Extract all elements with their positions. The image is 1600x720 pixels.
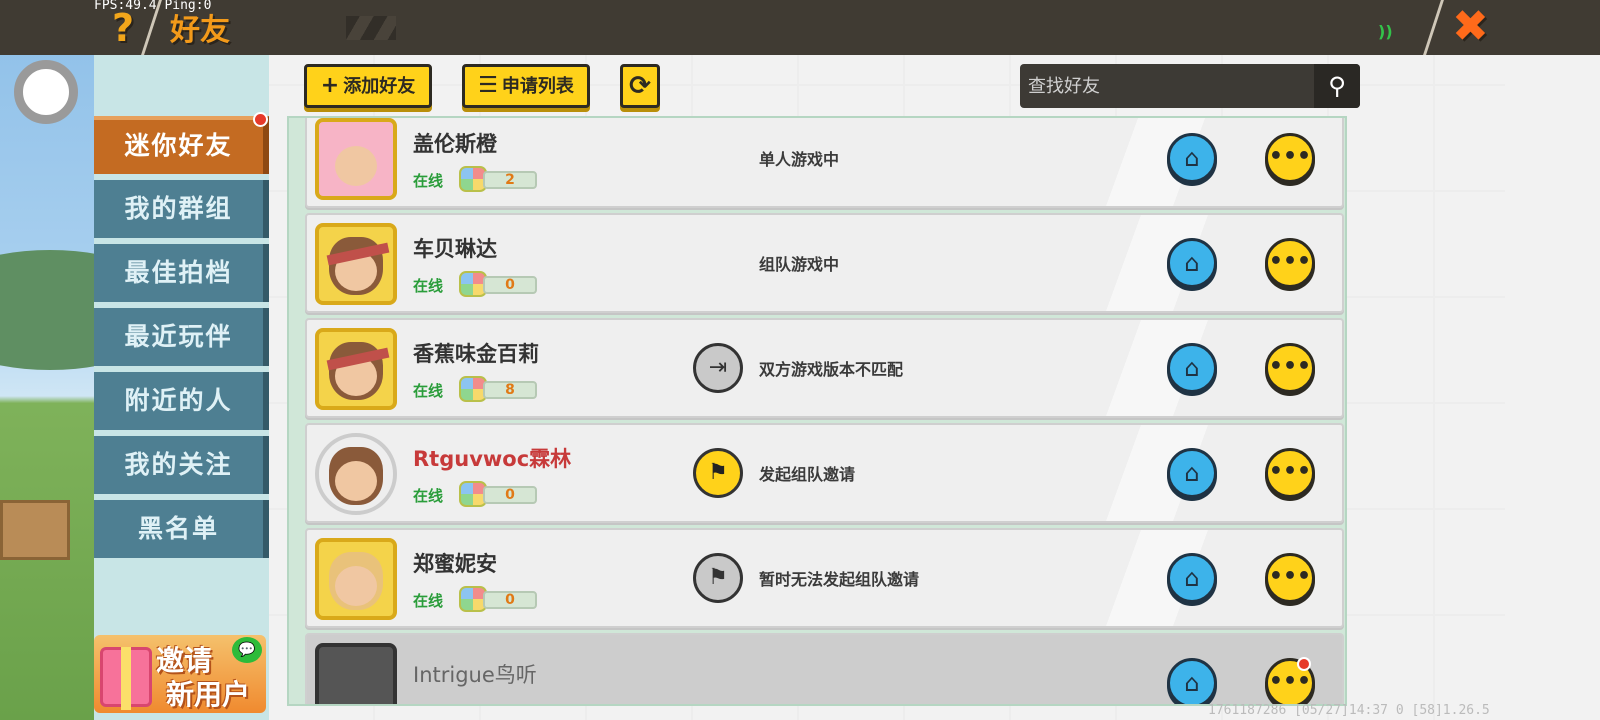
level-badge: 0 (459, 481, 537, 507)
level-badge: 0 (459, 586, 537, 612)
home-icon[interactable]: ⌂ (1167, 553, 1217, 603)
friend-row[interactable]: 车贝琳达 在线 0 组队游戏中 ⌂ ••• (305, 213, 1344, 313)
friend-name: 车贝琳达 (413, 237, 497, 261)
tab-blacklist[interactable]: 黑名单 (94, 500, 269, 558)
chat-icon[interactable]: ••• (1265, 553, 1315, 603)
row-shine (1007, 530, 1307, 626)
tab-recent-players[interactable]: 最近玩伴 (94, 308, 269, 366)
avatar-face (335, 146, 377, 186)
chat-icon[interactable]: ••• (1265, 238, 1315, 288)
game-status: 发起组队邀请 (759, 465, 856, 484)
wechat-icon: 💬 (232, 637, 262, 663)
home-icon[interactable]: ⌂ (1167, 448, 1217, 498)
home-icon[interactable]: ⌂ (1167, 343, 1217, 393)
add-friend-label: 添加好友 (343, 76, 416, 97)
online-status: 在线 (413, 277, 444, 295)
new-user-label: 新用户 (166, 678, 251, 711)
avatar[interactable] (315, 118, 397, 200)
enter-game-icon[interactable]: ⇥ (693, 343, 743, 393)
block (0, 500, 70, 560)
home-icon[interactable]: ⌂ (1167, 133, 1217, 183)
plus-icon: + (320, 73, 340, 98)
level-badge: 2 (459, 166, 537, 192)
chat-icon[interactable]: ••• (1265, 448, 1315, 498)
invite-new-user-button[interactable]: 邀请 新用户 💬 (94, 635, 266, 713)
tab-nearby-people[interactable]: 附近的人 (94, 372, 269, 430)
add-friend-button[interactable]: + 添加好友 (304, 64, 432, 108)
avatar-face (335, 566, 377, 606)
avatar-face (335, 461, 377, 501)
game-status: 双方游戏版本不匹配 (759, 360, 904, 379)
online-status: 在线 (413, 172, 444, 190)
search-input[interactable] (1028, 70, 1298, 102)
notification-dot (1297, 657, 1311, 671)
friend-row[interactable]: Intrigue鸟听 ⌂ ••• (305, 633, 1344, 704)
friend-name: 郑蜜妮安 (413, 552, 497, 576)
decorative-stripes (346, 16, 396, 40)
gift-icon (100, 647, 152, 710)
friend-name: 盖伦斯橙 (413, 132, 497, 156)
avatar[interactable] (315, 643, 397, 704)
page-title: 好友 (170, 13, 230, 48)
request-list-button[interactable]: ☰ 申请列表 (462, 64, 590, 108)
level-badge: 0 (459, 271, 537, 297)
friend-row[interactable]: Rtguvwoc霖林 在线 0 ⚑ 发起组队邀请 ⌂ ••• (305, 423, 1344, 523)
flag-icon[interactable]: ⚑ (693, 448, 743, 498)
chat-icon[interactable]: ••• (1265, 133, 1315, 183)
game-status: 单人游戏中 (759, 150, 840, 169)
game-status: 暂时无法发起组队邀请 (759, 570, 920, 589)
tab-best-partners[interactable]: 最佳拍档 (94, 244, 269, 302)
tab-my-groups[interactable]: 我的群组 (94, 180, 269, 238)
search-icon[interactable]: ⚲ (1314, 64, 1360, 108)
avatar[interactable] (315, 538, 397, 620)
search-box: ⚲ (1020, 64, 1360, 108)
friend-name: Intrigue鸟听 (413, 663, 537, 687)
level-value: 0 (483, 591, 537, 609)
friend-row[interactable]: 香蕉味金百莉 在线 8 ⇥ 双方游戏版本不匹配 ⌂ ••• (305, 318, 1344, 418)
home-icon[interactable]: ⌂ (1167, 238, 1217, 288)
notification-dot (253, 112, 268, 127)
level-badge: 8 (459, 376, 537, 402)
row-shine (1007, 320, 1307, 416)
request-list-label: 申请列表 (501, 76, 574, 97)
top-bar: FPS:49.4 Ping:0 ? 好友 )) ✖ (0, 0, 1600, 55)
signal-icon: )) (1378, 22, 1393, 41)
friend-row[interactable]: 郑蜜妮安 在线 0 ⚑ 暂时无法发起组队邀请 ⌂ ••• (305, 528, 1344, 628)
row-shine (1007, 425, 1307, 521)
help-icon[interactable]: ? (108, 8, 138, 48)
list-icon: ☰ (478, 73, 498, 98)
refresh-button[interactable]: ⟳ (620, 64, 660, 108)
game-status: 组队游戏中 (759, 255, 840, 274)
tab-mini-friends[interactable]: 迷你好友 (94, 116, 269, 174)
close-icon[interactable]: ✖ (1452, 2, 1489, 52)
level-value: 2 (483, 171, 537, 189)
version-info: 1761187286 [05/27]14:37 0 [58]1.26.5 (1208, 703, 1490, 718)
avatar[interactable] (315, 433, 397, 515)
friend-row[interactable]: 盖伦斯橙 在线 2 单人游戏中 ⌂ ••• (305, 118, 1344, 208)
row-shine (1007, 215, 1307, 311)
level-value: 8 (483, 381, 537, 399)
friend-name: Rtguvwoc霖林 (413, 447, 572, 471)
record-button[interactable] (14, 60, 78, 124)
flag-icon[interactable]: ⚑ (693, 553, 743, 603)
level-value: 0 (483, 486, 537, 504)
avatar[interactable] (315, 328, 397, 410)
divider (1423, 0, 1444, 55)
friend-list[interactable]: 盖伦斯橙 在线 2 单人游戏中 ⌂ ••• 车贝琳达 在线 0 组队游戏中 ⌂ … (287, 116, 1347, 706)
friend-name: 香蕉味金百莉 (413, 342, 539, 366)
chat-icon[interactable]: ••• (1265, 343, 1315, 393)
row-shine (1007, 118, 1307, 206)
avatar[interactable] (315, 223, 397, 305)
level-value: 0 (483, 276, 537, 294)
online-status: 在线 (413, 382, 444, 400)
online-status: 在线 (413, 487, 444, 505)
panel-edge (1505, 55, 1600, 720)
tab-my-follows[interactable]: 我的关注 (94, 436, 269, 494)
home-icon[interactable]: ⌂ (1167, 658, 1217, 704)
online-status: 在线 (413, 592, 444, 610)
